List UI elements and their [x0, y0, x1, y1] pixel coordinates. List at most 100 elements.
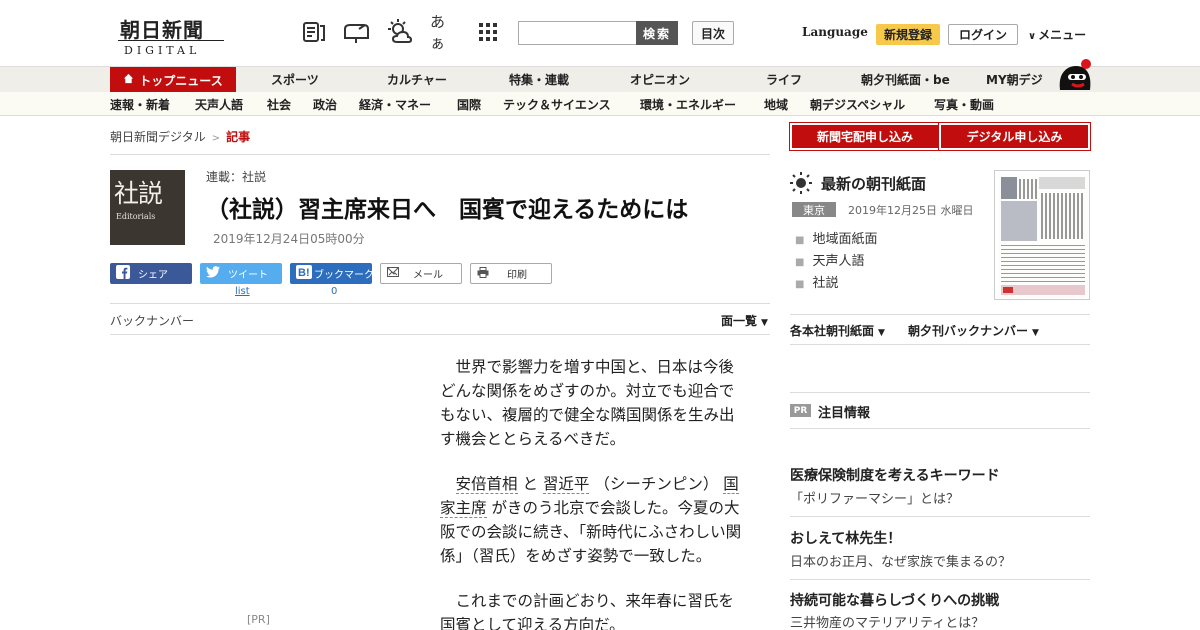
mail-share-label: メール [413, 270, 443, 281]
search-input[interactable] [519, 22, 637, 44]
twitter-count[interactable]: list [235, 286, 250, 297]
back-numbers-link[interactable]: バックナンバー [110, 312, 194, 329]
editorial-series-logo[interactable]: 社説 Editorials [110, 170, 185, 245]
regional-papers-label: 各本社朝刊紙面 [790, 324, 875, 338]
digital-signup-button[interactable]: デジタル申し込み [941, 125, 1088, 148]
search-box [518, 21, 637, 45]
mascot-icon[interactable] [1056, 56, 1092, 92]
home-delivery-button[interactable]: 新聞宅配申し込み [792, 125, 938, 148]
paper-date: 2019年12月25日 水曜日 [848, 204, 974, 217]
promo-subtitle[interactable]: 三井物産のマテリアリティとは？ [790, 612, 984, 630]
menu-button[interactable]: ∨ メニュー [1028, 26, 1086, 43]
divider [790, 428, 1090, 429]
font-size-icon[interactable]: あぁ [430, 13, 458, 52]
front-page-thumbnail[interactable] [994, 170, 1090, 300]
nav-life[interactable]: ライフ [766, 67, 802, 92]
newspaper-icon[interactable] [300, 18, 328, 46]
paper-link[interactable]: ■ 天声人語 [795, 250, 864, 269]
keyword-link-xi[interactable]: 習近平 [542, 475, 590, 494]
table-of-contents-button[interactable]: 目次 [692, 21, 734, 45]
nav-sports[interactable]: スポーツ [271, 67, 319, 92]
divider [790, 392, 1090, 393]
nav-politics[interactable]: 政治 [313, 92, 337, 116]
promo-title[interactable]: 医療保険制度を考えるキーワード [790, 465, 1000, 485]
divider [110, 154, 770, 155]
language-link[interactable]: Language [802, 25, 868, 39]
printer-icon [477, 266, 489, 281]
nav-tech-science[interactable]: テック＆サイエンス [503, 92, 611, 116]
promo-title[interactable]: 持続可能な暮らしづくりへの挑戦 [790, 590, 999, 610]
bullet-icon: ■ [795, 279, 805, 290]
promo-subtitle[interactable]: 「ポリファーマシー」とは？ [790, 488, 959, 507]
nav-culture[interactable]: カルチャー [387, 67, 447, 92]
divider [790, 516, 1090, 517]
promo-title[interactable]: おしえて林先生！ [790, 528, 901, 548]
svg-text:B!: B! [298, 267, 310, 279]
grid-menu-icon[interactable] [474, 18, 502, 46]
promo-subtitle[interactable]: 日本のお正月、なぜ家族で集まるの？ [790, 551, 1011, 570]
facebook-share-label: シェア [138, 270, 168, 281]
paper-link[interactable]: ■ 地域面紙面 [795, 228, 877, 247]
nav-special[interactable]: 朝デジスペシャル [810, 92, 905, 116]
weather-icon[interactable] [386, 18, 414, 46]
twitter-share-label: ツイート [228, 270, 268, 281]
sun-icon [790, 172, 812, 194]
primary-nav: トップニュース スポーツ カルチャー 特集・連載 オピニオン ライフ 朝夕刊紙面… [0, 66, 1200, 93]
chevron-down-icon: ∨ [1028, 31, 1037, 42]
article-paragraph: これまでの計画どおり、来年春に習氏を国賓として迎える方向だ。 [440, 592, 734, 630]
ad-pr-label: [PR] [247, 613, 270, 626]
login-button[interactable]: ログイン [948, 24, 1018, 45]
hatena-bookmark-button[interactable]: B! ブックマーク [290, 263, 374, 284]
nav-breaking[interactable]: 速報・新着 [110, 92, 170, 116]
article-paragraph: 世界で影響力を増す中国と、日本は今後どんな関係をめざすのか。対立でも迎合でもない… [440, 358, 735, 448]
font-size-label: あぁ [430, 13, 446, 52]
secondary-nav: 速報・新着 天声人語 社会 政治 経済・マネー 国際 テック＆サイエンス 環境・… [0, 92, 1200, 116]
hatena-icon: B! [296, 265, 312, 282]
paper-link-label: 天声人語 [812, 254, 865, 269]
nav-society[interactable]: 社会 [267, 92, 291, 116]
hatena-count[interactable]: 0 [331, 286, 337, 297]
divider [110, 303, 770, 304]
nav-print-edition[interactable]: 朝夕刊紙面・be [861, 67, 950, 92]
nav-economy[interactable]: 経済・マネー [359, 92, 431, 116]
mailbox-icon[interactable] [342, 18, 370, 46]
breadcrumb-home[interactable]: 朝日新聞デジタル [110, 130, 206, 144]
nav-regional[interactable]: 地域 [764, 92, 788, 116]
divider [790, 344, 1090, 345]
triangle-down-icon: ▼ [761, 318, 768, 328]
article-paragraph: 安倍首相 と 習近平 （シーチンピン） 国家主席 がきのう北京で会談した。今夏の… [440, 472, 746, 568]
site-header: 朝日新聞 DIGITAL あぁ 検索 目次 Language 新規登録 ログイン… [0, 0, 1200, 66]
paper-backnumbers-dropdown[interactable]: 朝夕刊バックナンバー ▼ [908, 322, 1039, 339]
nav-environment[interactable]: 環境・エネルギー [640, 92, 736, 116]
divider [790, 314, 1090, 315]
logo-wordmark: 朝日新聞 [120, 18, 204, 42]
nav-top-news-label: トップニュース [139, 73, 223, 88]
breadcrumb-current: 記事 [226, 130, 251, 144]
page-list-dropdown[interactable]: 面一覧 ▼ [721, 312, 768, 329]
mail-share-button[interactable]: メール [380, 263, 462, 284]
keyword-link-abe[interactable]: 安倍首相 [455, 475, 518, 494]
twitter-share-button[interactable]: ツイート [200, 263, 282, 284]
register-button[interactable]: 新規登録 [876, 24, 940, 45]
breadcrumb-separator: > [211, 133, 221, 144]
mail-icon [387, 267, 399, 280]
article-body: 世界で影響力を増す中国と、日本は今後どんな関係をめざすのか。対立でも迎合でもない… [440, 355, 746, 630]
paragraph-text: （シーチンピン） [589, 475, 724, 493]
home-icon [123, 73, 134, 87]
nav-features[interactable]: 特集・連載 [509, 67, 569, 92]
site-logo[interactable]: 朝日新聞 DIGITAL [118, 14, 228, 57]
nav-opinion[interactable]: オピニオン [630, 67, 690, 92]
nav-international[interactable]: 国際 [457, 92, 481, 116]
nav-photo-video[interactable]: 写真・動画 [934, 92, 994, 116]
regional-papers-dropdown[interactable]: 各本社朝刊紙面 ▼ [790, 322, 885, 339]
search-button[interactable]: 検索 [636, 21, 678, 45]
logo-subtitle: DIGITAL [124, 44, 201, 57]
nav-top-news[interactable]: トップニュース [110, 67, 236, 93]
nav-my-asahi[interactable]: MY朝デジ [986, 67, 1043, 92]
print-label: 印刷 [507, 270, 527, 281]
divider [110, 334, 770, 335]
paper-link[interactable]: ■ 社説 [795, 272, 838, 291]
nav-tenseijingo[interactable]: 天声人語 [195, 92, 243, 116]
print-button[interactable]: 印刷 [470, 263, 552, 284]
facebook-share-button[interactable]: シェア [110, 263, 192, 284]
